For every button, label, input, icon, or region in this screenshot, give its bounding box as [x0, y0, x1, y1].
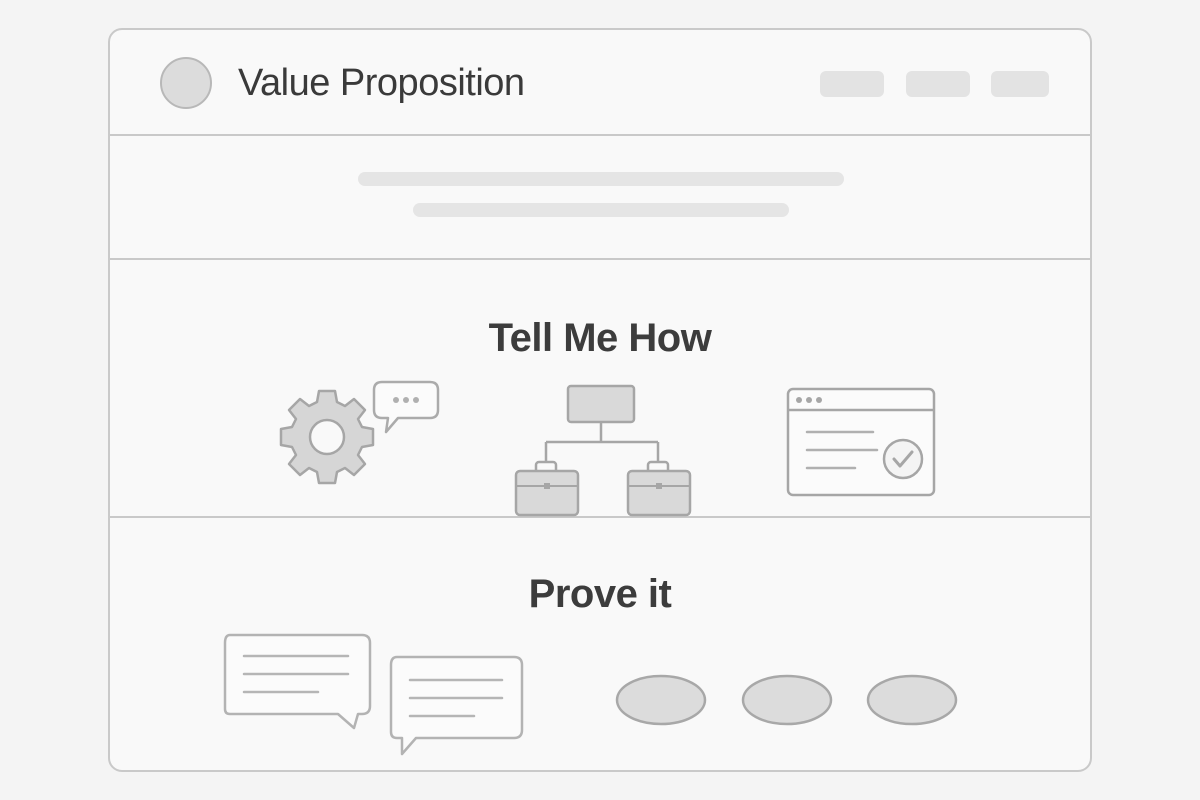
- logo-placeholder: [614, 673, 708, 727]
- text-placeholder-line: [358, 172, 844, 186]
- chat-bubble-icon: [372, 378, 442, 442]
- testimonial-bubble-icon: [222, 632, 374, 732]
- gear-icon: [276, 386, 378, 488]
- header: Value Proposition: [110, 30, 1090, 136]
- hero-section: [110, 136, 1090, 260]
- wireframe-page: Value Proposition Tell Me How Prove it: [108, 28, 1092, 772]
- section-title: Tell Me How: [488, 316, 712, 360]
- org-chart-icon: [510, 382, 694, 518]
- nav-item-1[interactable]: [820, 71, 884, 97]
- browser-window-check-icon: [785, 386, 937, 498]
- nav-item-3[interactable]: [991, 71, 1049, 97]
- nav-item-2[interactable]: [906, 71, 970, 97]
- logo-placeholder: [865, 673, 959, 727]
- prove-it-section: Prove it: [110, 518, 1090, 770]
- tell-me-how-section: Tell Me How: [110, 260, 1090, 518]
- avatar[interactable]: [160, 57, 212, 109]
- page-title: Value Proposition: [238, 62, 525, 104]
- logo-placeholder: [740, 673, 834, 727]
- section-title: Prove it: [528, 572, 672, 616]
- text-placeholder-line: [413, 203, 789, 217]
- testimonial-bubble-icon: [388, 654, 526, 758]
